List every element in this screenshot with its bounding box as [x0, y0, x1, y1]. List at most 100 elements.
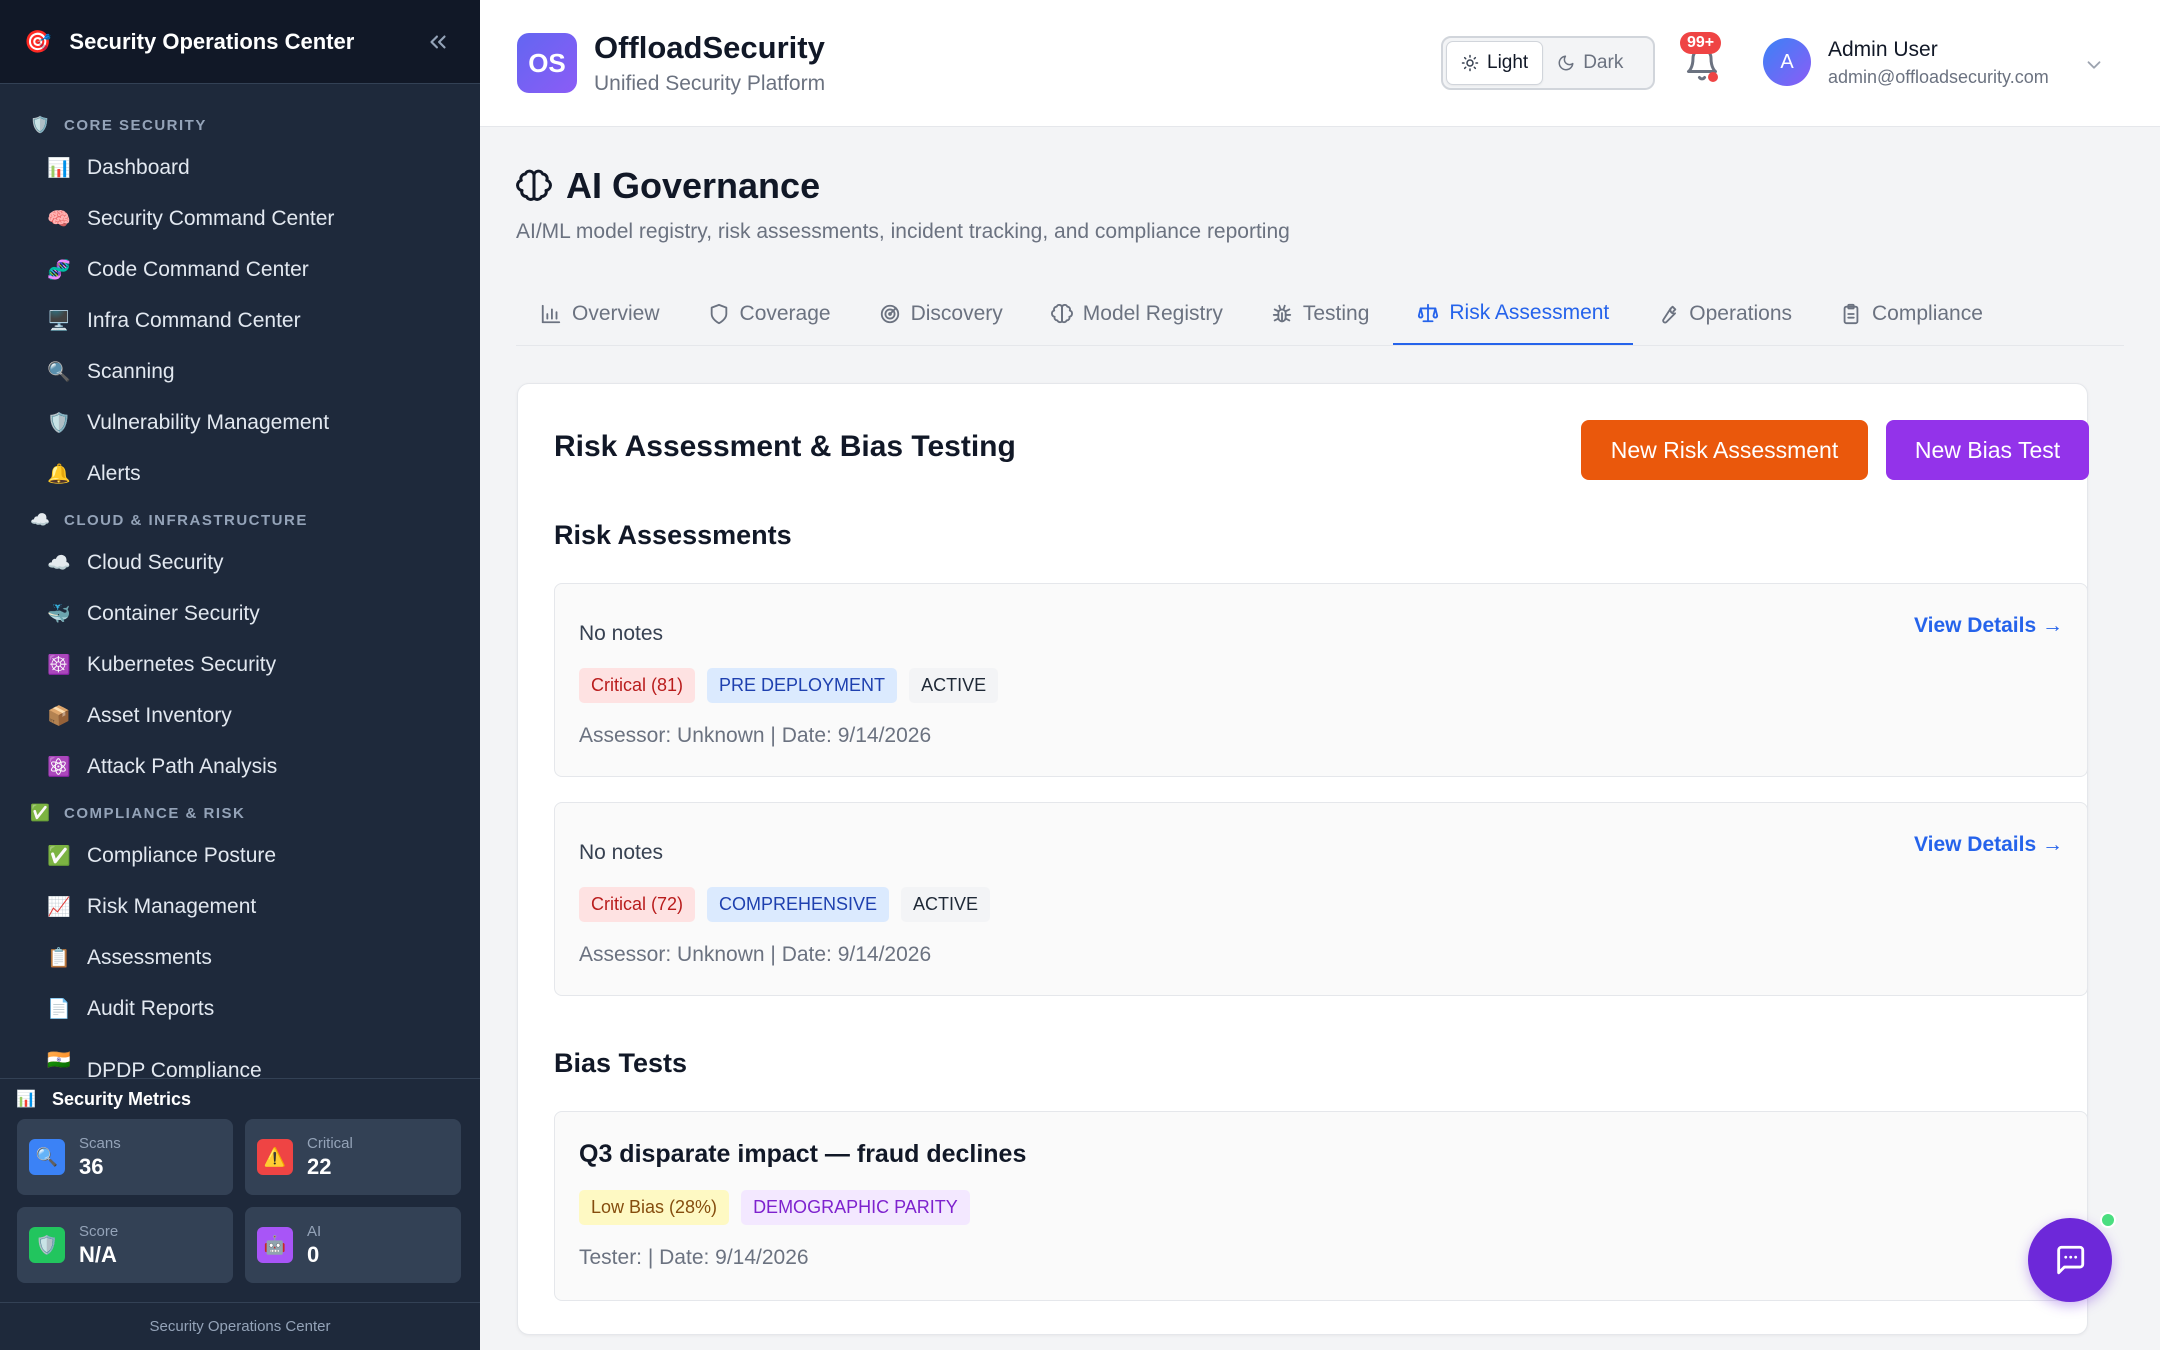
- helm-icon: ☸️: [47, 654, 71, 676]
- sidebar-item-label: Risk Management: [87, 894, 257, 918]
- tab-risk-assessment[interactable]: Risk Assessment: [1393, 283, 1634, 345]
- assessment-type-badge: COMPREHENSIVE: [707, 887, 890, 922]
- sidebar-item-label: Vulnerability Management: [87, 410, 330, 434]
- theme-toggle: Light Dark: [1441, 36, 1655, 90]
- chat-icon: [2057, 1245, 2085, 1275]
- bias-test-card: Q3 disparate impact — fraud declines Low…: [554, 1111, 2088, 1301]
- sidebar-item-attack-path-analysis[interactable]: ⚛️ Attack Path Analysis: [0, 741, 480, 792]
- user-email: admin@offloadsecurity.com: [1828, 67, 2049, 87]
- sidebar-item-asset-inventory[interactable]: 📦 Asset Inventory: [0, 690, 480, 741]
- shield-icon: [710, 303, 727, 325]
- metric-label: Score: [79, 1222, 119, 1240]
- atom-icon: ⚛️: [47, 756, 71, 778]
- tab-label: Coverage: [739, 302, 831, 325]
- sidebar-item-audit-reports[interactable]: 📄 Audit Reports: [0, 983, 480, 1034]
- sidebar-item-security-command-center[interactable]: 🧠 Security Command Center: [0, 193, 480, 244]
- radar-icon: [880, 304, 899, 324]
- sidebar-section-core-security: 🛡️ CORE SECURITY: [0, 108, 480, 142]
- magnifier-icon: 🔍: [29, 1139, 65, 1175]
- tab-model-registry[interactable]: Model Registry: [1027, 283, 1247, 345]
- page-header: AI Governance: [516, 165, 820, 207]
- theme-light-button[interactable]: Light: [1446, 41, 1544, 85]
- notification-dot: [1708, 72, 1718, 82]
- bias-tags: Low Bias (28%) DEMOGRAPHIC PARITY: [579, 1190, 970, 1225]
- metric-label: AI: [307, 1222, 322, 1240]
- tab-label: Model Registry: [1082, 302, 1223, 325]
- metric-card-scans[interactable]: 🔍 Scans 36: [17, 1119, 233, 1195]
- tab-testing[interactable]: Testing: [1247, 283, 1394, 345]
- avatar[interactable]: A: [1763, 38, 1811, 86]
- sidebar-item-cloud-security[interactable]: ☁️ Cloud Security: [0, 537, 480, 588]
- sidebar-item-label: Compliance Posture: [87, 843, 277, 867]
- tab-label: Operations: [1689, 302, 1793, 325]
- user-name[interactable]: Admin User: [1828, 38, 1938, 62]
- tab-label: Testing: [1302, 302, 1370, 325]
- bell-icon: 🔔: [47, 463, 71, 485]
- sidebar-item-label: Dashboard: [87, 155, 190, 179]
- panel-title: Risk Assessment & Bias Testing: [554, 430, 1016, 463]
- view-details-link[interactable]: View Details →: [1914, 833, 2063, 857]
- sidebar-item-label: Assessments: [87, 945, 212, 969]
- new-risk-assessment-button[interactable]: New Risk Assessment: [1581, 420, 1868, 480]
- cloud-icon: ☁️: [47, 552, 71, 574]
- sidebar: 🎯 Security Operations Center 🛡️ CORE SEC…: [0, 0, 480, 1350]
- tab-discovery[interactable]: Discovery: [855, 283, 1027, 345]
- sidebar-item-label: Infra Command Center: [87, 308, 301, 332]
- robot-icon: 🤖: [257, 1227, 293, 1263]
- bias-tests-heading: Bias Tests: [554, 1048, 688, 1078]
- sidebar-item-label: Scanning: [87, 359, 175, 383]
- tab-compliance[interactable]: Compliance: [1816, 283, 2007, 345]
- sidebar-item-assessments[interactable]: 📋 Assessments: [0, 932, 480, 983]
- sidebar-item-alerts[interactable]: 🔔 Alerts: [0, 448, 480, 499]
- new-bias-test-button[interactable]: New Bias Test: [1886, 420, 2089, 480]
- view-details-link[interactable]: View Details →: [1914, 614, 2063, 638]
- chevron-down-icon[interactable]: [2083, 54, 2105, 76]
- metric-card-critical[interactable]: ⚠️ Critical 22: [245, 1119, 461, 1195]
- sidebar-item-code-command-center[interactable]: 🧬 Code Command Center: [0, 244, 480, 295]
- metric-label: Critical: [307, 1134, 353, 1152]
- sidebar-item-infra-command-center[interactable]: 🖥️ Infra Command Center: [0, 295, 480, 346]
- assessment-type-badge: PRE DEPLOYMENT: [707, 668, 898, 703]
- risk-assessments-heading: Risk Assessments: [554, 520, 792, 550]
- sidebar-item-risk-management[interactable]: 📈 Risk Management: [0, 881, 480, 932]
- sidebar-header: 🎯 Security Operations Center: [0, 0, 480, 84]
- notification-count-badge: 99+: [1680, 32, 1722, 54]
- online-status-dot: [2100, 1212, 2116, 1228]
- chat-button[interactable]: [2028, 1218, 2112, 1302]
- brand-logo[interactable]: OS: [517, 33, 577, 93]
- assessment-tags: Critical (72) COMPREHENSIVE ACTIVE: [579, 887, 991, 922]
- tab-overview[interactable]: Overview: [516, 283, 684, 345]
- sidebar-title: Security Operations Center: [69, 28, 355, 54]
- sidebar-footer: Security Operations Center: [0, 1302, 480, 1350]
- moon-icon: [1558, 55, 1574, 71]
- sidebar-item-scanning[interactable]: 🔍 Scanning: [0, 346, 480, 397]
- assessment-meta: Assessor: Unknown | Date: 9/14/2026: [579, 943, 932, 966]
- monitor-icon: 🖥️: [47, 310, 71, 332]
- sidebar-item-dashboard[interactable]: 📊 Dashboard: [0, 142, 480, 193]
- bias-metric-badge: DEMOGRAPHIC PARITY: [741, 1190, 970, 1225]
- tab-operations[interactable]: Operations: [1633, 283, 1816, 345]
- sidebar-item-compliance-posture[interactable]: ✅ Compliance Posture: [0, 830, 480, 881]
- security-metrics-panel: 📊 Security Metrics 🔍 Scans 36 ⚠️ Critical…: [0, 1078, 480, 1302]
- tab-bar: Overview Coverage Discovery Model Regist…: [516, 283, 2124, 346]
- assessment-notes: No notes: [579, 622, 664, 645]
- metric-label: Scans: [79, 1134, 121, 1152]
- sidebar-item-dpdp-compliance[interactable]: 🇮🇳 DPDP Compliance: [0, 1034, 480, 1079]
- tab-coverage[interactable]: Coverage: [684, 283, 855, 345]
- brain-icon: 🧠: [47, 208, 71, 230]
- risk-level-badge: Critical (81): [579, 668, 696, 703]
- sidebar-item-container-security[interactable]: 🐳 Container Security: [0, 588, 480, 639]
- sidebar-item-label: Cloud Security: [87, 550, 224, 574]
- cloud-icon: ☁️: [30, 512, 50, 529]
- package-icon: 📦: [47, 705, 71, 727]
- sidebar-item-kubernetes-security[interactable]: ☸️ Kubernetes Security: [0, 639, 480, 690]
- metric-value: N/A: [79, 1241, 117, 1267]
- sidebar-section-cloud-infrastructure: ☁️ CLOUD & INFRASTRUCTURE: [0, 503, 480, 537]
- page-description: AI/ML model registry, risk assessments, …: [516, 220, 1290, 243]
- check-icon: ✅: [47, 845, 71, 867]
- theme-dark-button[interactable]: Dark: [1543, 41, 1637, 85]
- metric-card-score[interactable]: 🛡️ Score N/A: [17, 1207, 233, 1283]
- metric-card-ai[interactable]: 🤖 AI 0: [245, 1207, 461, 1283]
- collapse-sidebar-icon[interactable]: [420, 24, 456, 60]
- sidebar-item-vulnerability-management[interactable]: 🛡️ Vulnerability Management: [0, 397, 480, 448]
